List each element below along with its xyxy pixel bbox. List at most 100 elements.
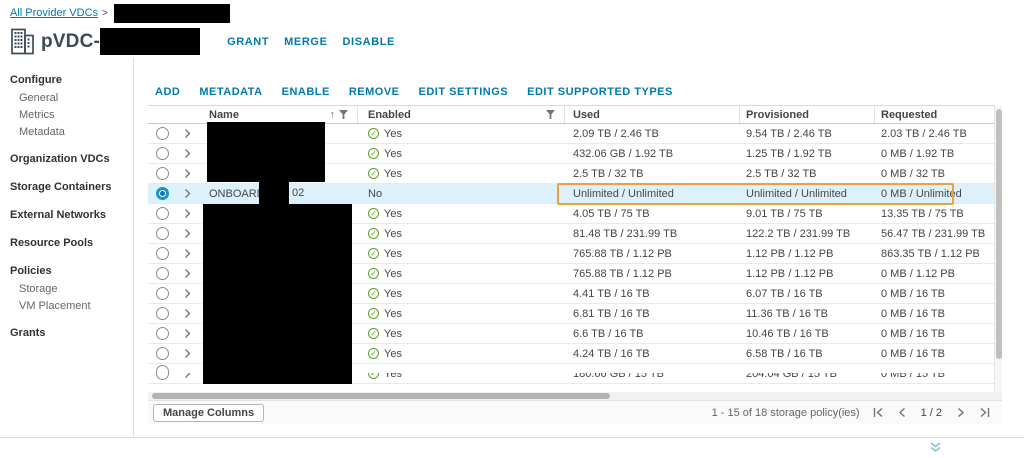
chevron-right-icon[interactable] bbox=[184, 288, 191, 299]
enabled-cell: Yes bbox=[358, 224, 565, 243]
chevron-right-icon[interactable] bbox=[184, 348, 191, 359]
radio-button[interactable] bbox=[156, 207, 169, 220]
breadcrumb-link-all-provider-vdcs[interactable]: All Provider VDCs bbox=[10, 7, 98, 19]
radio-button[interactable] bbox=[156, 247, 169, 260]
provisioned-cell: 6.07 TB / 16 TB bbox=[740, 284, 875, 303]
column-header-label: Used bbox=[573, 109, 600, 121]
radio-button[interactable] bbox=[156, 327, 169, 340]
previous-page-icon[interactable] bbox=[897, 407, 908, 418]
used-cell: 6.6 TB / 16 TB bbox=[565, 324, 740, 343]
requested-cell: 0 MB / 32 TB bbox=[875, 164, 994, 183]
sidebar-item-metadata[interactable]: Metadata bbox=[10, 123, 130, 140]
enabled-cell: Yes bbox=[358, 144, 565, 163]
chevron-right-icon[interactable] bbox=[184, 208, 191, 219]
manage-columns-button[interactable]: Manage Columns bbox=[153, 404, 264, 422]
used-value: Unlimited / Unlimited bbox=[573, 188, 674, 200]
sidebar-item-grants[interactable]: Grants bbox=[10, 324, 130, 342]
sidebar-item-general[interactable]: General bbox=[10, 89, 130, 106]
circle-check-icon bbox=[368, 248, 379, 259]
add-button[interactable]: ADD bbox=[155, 86, 180, 98]
circle-check-icon bbox=[368, 328, 379, 339]
sidebar-item-external-networks[interactable]: External Networks bbox=[10, 206, 130, 224]
chevron-right-icon[interactable] bbox=[184, 248, 191, 259]
sidebar-item-vm-placement[interactable]: VM Placement bbox=[10, 297, 130, 314]
column-header-label: Provisioned bbox=[746, 109, 809, 121]
sidebar-item-resource-pools[interactable]: Resource Pools bbox=[10, 234, 130, 252]
radio-button[interactable] bbox=[156, 347, 169, 360]
radio-button[interactable] bbox=[156, 127, 169, 140]
horizontal-scrollbar[interactable] bbox=[148, 392, 1002, 400]
used-value: 4.24 TB / 16 TB bbox=[573, 348, 650, 360]
remove-button[interactable]: REMOVE bbox=[349, 86, 400, 98]
enabled-value: Yes bbox=[384, 268, 402, 280]
sort-ascending-icon[interactable]: ↑ bbox=[330, 109, 336, 121]
filter-icon[interactable] bbox=[546, 110, 555, 119]
chevron-right-icon[interactable] bbox=[184, 328, 191, 339]
enable-button[interactable]: ENABLE bbox=[282, 86, 330, 98]
provisioned-value: 122.2 TB / 231.99 TB bbox=[746, 228, 850, 240]
used-cell: 2.09 TB / 2.46 TB bbox=[565, 124, 740, 143]
column-header-used[interactable]: Used bbox=[565, 106, 740, 123]
redaction-box bbox=[203, 204, 352, 384]
used-value: 2.5 TB / 32 TB bbox=[573, 168, 644, 180]
chevron-right-icon[interactable] bbox=[184, 268, 191, 279]
edit-settings-button[interactable]: EDIT SETTINGS bbox=[419, 86, 509, 98]
column-header-provisioned[interactable]: Provisioned bbox=[740, 106, 875, 123]
sidebar-item-organization-vdcs[interactable]: Organization VDCs bbox=[10, 150, 130, 168]
edit-supported-types-button[interactable]: EDIT SUPPORTED TYPES bbox=[527, 86, 673, 98]
enabled-value: Yes bbox=[384, 208, 402, 220]
chevron-right-icon[interactable] bbox=[184, 128, 191, 139]
merge-button[interactable]: MERGE bbox=[284, 36, 327, 48]
requested-cell: 0 MB / 1.92 TB bbox=[875, 144, 994, 163]
chevron-right-icon[interactable] bbox=[184, 148, 191, 159]
vertical-scrollbar-thumb[interactable] bbox=[996, 109, 1002, 359]
used-value: 432.06 GB / 1.92 TB bbox=[573, 148, 673, 160]
used-cell: 765.88 TB / 1.12 PB bbox=[565, 244, 740, 263]
enabled-value: Yes bbox=[384, 248, 402, 260]
provisioned-value: 9.54 TB / 2.46 TB bbox=[746, 128, 832, 140]
radio-button[interactable] bbox=[156, 227, 169, 240]
circle-check-icon bbox=[368, 168, 379, 179]
pagination-summary: 1 - 15 of 18 storage policy(ies) bbox=[712, 407, 860, 419]
grant-button[interactable]: GRANT bbox=[227, 36, 269, 48]
column-header-requested[interactable]: Requested bbox=[875, 106, 994, 123]
radio-button[interactable] bbox=[156, 365, 169, 373]
column-header-name[interactable]: Name ↑ bbox=[206, 106, 358, 123]
sidebar-item-storage-containers[interactable]: Storage Containers bbox=[10, 178, 130, 196]
column-header-label: Requested bbox=[881, 109, 937, 121]
horizontal-scrollbar-thumb[interactable] bbox=[152, 393, 610, 399]
provisioned-cell: 1.12 PB / 1.12 PB bbox=[740, 264, 875, 283]
used-cell: 81.48 TB / 231.99 TB bbox=[565, 224, 740, 243]
requested-cell: 863.35 TB / 1.12 PB bbox=[875, 244, 994, 263]
filter-icon[interactable] bbox=[339, 110, 348, 119]
chevron-right-icon[interactable] bbox=[184, 188, 191, 199]
column-header-enabled[interactable]: Enabled bbox=[358, 106, 565, 123]
radio-button[interactable] bbox=[156, 187, 169, 200]
radio-button[interactable] bbox=[156, 167, 169, 180]
provisioned-cell: 1.25 TB / 1.92 TB bbox=[740, 144, 875, 163]
chevron-right-icon[interactable] bbox=[184, 168, 191, 179]
sidebar-item-policies[interactable]: Policies bbox=[10, 262, 130, 280]
first-page-icon[interactable] bbox=[873, 407, 884, 418]
double-chevron-down-icon[interactable] bbox=[929, 440, 942, 458]
vertical-scrollbar[interactable] bbox=[994, 105, 1002, 392]
radio-button[interactable] bbox=[156, 147, 169, 160]
provisioned-cell: 9.54 TB / 2.46 TB bbox=[740, 124, 875, 143]
enabled-value: Yes bbox=[384, 348, 402, 360]
page-indicator[interactable]: 1 / 2 bbox=[921, 407, 942, 419]
sidebar-item-metrics[interactable]: Metrics bbox=[10, 106, 130, 123]
chevron-right-icon[interactable] bbox=[184, 228, 191, 239]
radio-button[interactable] bbox=[156, 267, 169, 280]
next-page-icon[interactable] bbox=[955, 407, 966, 418]
sidebar-item-storage[interactable]: Storage bbox=[10, 280, 130, 297]
last-page-icon[interactable] bbox=[979, 407, 990, 418]
radio-button[interactable] bbox=[156, 287, 169, 300]
enabled-value: No bbox=[368, 188, 382, 200]
circle-check-icon bbox=[368, 308, 379, 319]
sidebar-item-configure[interactable]: Configure bbox=[10, 71, 130, 89]
radio-button[interactable] bbox=[156, 307, 169, 320]
metadata-button[interactable]: METADATA bbox=[199, 86, 262, 98]
chevron-right-icon[interactable] bbox=[184, 308, 191, 319]
provisioned-cell: 10.46 TB / 16 TB bbox=[740, 324, 875, 343]
disable-button[interactable]: DISABLE bbox=[343, 36, 395, 48]
